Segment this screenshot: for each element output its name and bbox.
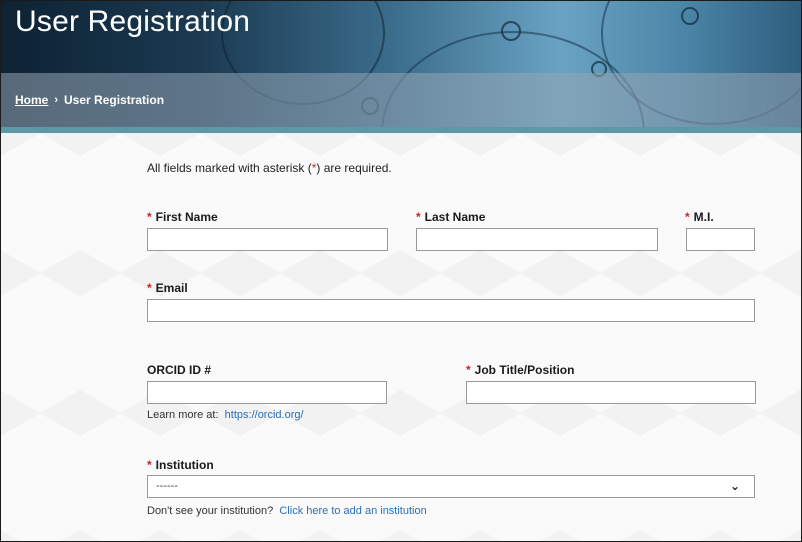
chevron-down-icon: ⌄ xyxy=(729,479,740,493)
middle-initial-label-text: M.I. xyxy=(693,210,714,224)
email-input[interactable] xyxy=(147,299,755,322)
required-marker: * xyxy=(466,363,471,377)
orcid-help-text: Learn more at: xyxy=(147,409,219,421)
institution-label-text: Institution xyxy=(155,458,214,472)
breadcrumb-home-link[interactable]: Home xyxy=(15,93,48,107)
orcid-link[interactable]: https://orcid.org/ xyxy=(225,409,304,421)
orcid-help: Learn more at: https://orcid.org/ xyxy=(147,409,304,421)
email-label-text: Email xyxy=(155,281,188,295)
job-title-input[interactable] xyxy=(466,381,756,404)
institution-label: * Institution xyxy=(147,458,214,472)
first-name-label: * First Name xyxy=(147,210,218,224)
chevron-right-icon: › xyxy=(54,94,59,106)
institution-select[interactable]: ------ ⌄ xyxy=(147,475,755,498)
job-title-label-text: Job Title/Position xyxy=(474,363,575,377)
required-note-text-end: ) are required. xyxy=(316,161,392,175)
institution-selected-value: ------ xyxy=(156,480,178,492)
required-marker: * xyxy=(147,210,152,224)
middle-initial-label: * M.I. xyxy=(685,210,714,224)
required-marker: * xyxy=(685,210,690,224)
breadcrumb-current: User Registration xyxy=(64,93,165,107)
required-marker: * xyxy=(147,281,152,295)
breadcrumb: Home › User Registration xyxy=(15,93,164,107)
email-label: * Email xyxy=(147,281,188,295)
middle-initial-input[interactable] xyxy=(686,228,755,251)
orcid-label: ORCID ID # xyxy=(147,363,212,377)
job-title-label: * Job Title/Position xyxy=(466,363,574,377)
required-fields-note: All fields marked with asterisk (*) are … xyxy=(147,161,392,175)
first-name-input[interactable] xyxy=(147,228,388,251)
last-name-label-text: Last Name xyxy=(424,210,486,224)
orcid-input[interactable] xyxy=(147,381,387,404)
first-name-label-text: First Name xyxy=(155,210,218,224)
page-frame: User Registration Home › User Registrati… xyxy=(0,0,802,542)
add-institution-link[interactable]: Click here to add an institution xyxy=(279,505,426,517)
page-title: User Registration xyxy=(15,5,251,38)
last-name-label: * Last Name xyxy=(416,210,485,224)
required-note-text: All fields marked with asterisk ( xyxy=(147,161,312,175)
last-name-input[interactable] xyxy=(416,228,658,251)
required-marker: * xyxy=(416,210,421,224)
institution-help: Don't see your institution? Click here t… xyxy=(147,505,427,517)
institution-help-text: Don't see your institution? xyxy=(147,505,274,517)
required-marker: * xyxy=(147,458,152,472)
